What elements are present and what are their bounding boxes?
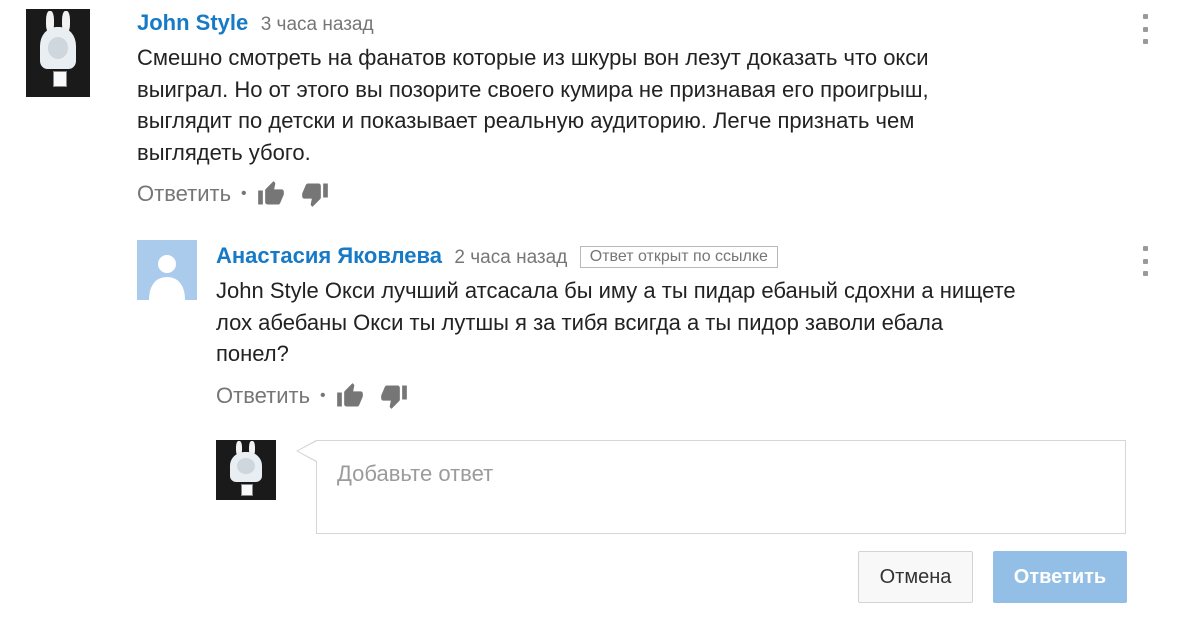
comment-text-line: Смешно смотреть на фанатов которые из шк… — [137, 45, 929, 70]
linked-comment-badge: Ответ открыт по ссылке — [579, 246, 778, 268]
comment-text-line: выглядеть убого. — [137, 139, 311, 165]
avatar-detail — [53, 71, 67, 87]
reply-text-line: John Style Окси лучший атсасала бы иму а… — [216, 278, 1016, 303]
reply-input[interactable] — [317, 441, 1125, 533]
more-vertical-icon[interactable] — [1139, 246, 1151, 276]
reply-text-line: лох абебаны Окси ты лутшы я за тибя всиг… — [216, 309, 944, 335]
thumbs-down-icon[interactable] — [380, 382, 408, 410]
thumbs-down-icon[interactable] — [301, 180, 329, 208]
reply-text-line: понел? — [216, 341, 289, 366]
comment-text-line: выиграл. Но от этого вы позорите своего … — [137, 76, 929, 102]
more-vertical-icon[interactable] — [1139, 14, 1151, 44]
comment-actions: Ответить • — [137, 180, 1097, 208]
avatar-detail — [237, 458, 255, 474]
cancel-button[interactable]: Отмена — [858, 551, 973, 603]
reply-text: John Style Окси лучший атсасала бы иму а… — [216, 275, 1136, 370]
avatar-detail — [241, 484, 253, 496]
thumbs-up-icon[interactable] — [336, 382, 364, 410]
reply-link[interactable]: Ответить — [137, 181, 231, 207]
avatar-detail — [48, 37, 68, 59]
thumbs-up-icon[interactable] — [257, 180, 285, 208]
reply-author[interactable]: Анастасия Яковлева — [216, 243, 442, 268]
reply-composer — [316, 440, 1126, 534]
reply-link[interactable]: Ответить — [216, 383, 310, 409]
separator-dot: • — [320, 386, 326, 404]
composer-pointer-inner — [298, 441, 317, 461]
comment-text-line: выглядит по детски и показывает реальную… — [137, 108, 915, 133]
reply-comment: Анастасия Яковлева 2 часа назад Ответ от… — [216, 243, 1136, 410]
reply-author-avatar[interactable] — [137, 240, 197, 300]
comment-header: John Style 3 часа назад — [137, 10, 1097, 36]
reply-time[interactable]: 2 часа назад — [454, 247, 567, 268]
reply-actions: Ответить • — [216, 382, 1136, 410]
reply-header: Анастасия Яковлева 2 часа назад Ответ от… — [216, 243, 1136, 269]
separator-dot: • — [241, 185, 247, 202]
commenter-avatar[interactable] — [26, 9, 90, 97]
current-user-avatar — [216, 440, 276, 500]
submit-reply-button[interactable]: Ответить — [993, 551, 1127, 603]
comment-time[interactable]: 3 часа назад — [261, 14, 374, 35]
comment-author[interactable]: John Style — [137, 10, 248, 35]
comment-text: Смешно смотреть на фанатов которые из шк… — [137, 42, 1097, 168]
user-silhouette-icon — [149, 255, 185, 300]
comment: John Style 3 часа назад Смешно смотреть … — [137, 10, 1097, 208]
